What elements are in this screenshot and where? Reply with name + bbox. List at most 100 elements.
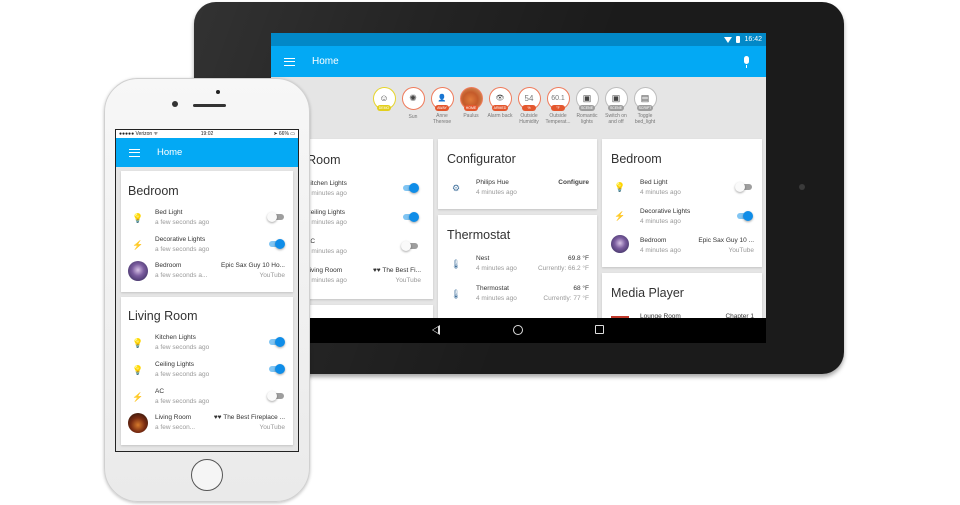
- ac-toggle[interactable]: [267, 391, 285, 401]
- phone-living-room-card: Living Room 💡 Kitchen Lights a few secon…: [121, 297, 293, 445]
- eye-icon: 👁: [495, 95, 505, 102]
- phone-bedroom-card: Bedroom 💡 Bed Light a few seconds ago ⚡ …: [121, 171, 293, 292]
- carrier: ●●●●● Verizon ᯤ: [119, 131, 159, 137]
- menu-icon[interactable]: [129, 148, 140, 157]
- person-icon: 👤: [437, 95, 447, 102]
- target-temperature: 69.8 °F: [567, 255, 589, 262]
- phone-sensor: [216, 90, 220, 94]
- decorative-lights-toggle[interactable]: [267, 239, 285, 249]
- gear-icon: ⚙: [451, 182, 461, 193]
- entity-updated: 4 minutes ago: [306, 190, 347, 197]
- entity-row: 💡 Bed Light 4 minutes ago: [602, 178, 762, 204]
- wifi-icon: [724, 36, 733, 43]
- lightbulb-icon: 💡: [132, 212, 144, 223]
- card-title: Living Room: [128, 309, 198, 323]
- back-icon[interactable]: [432, 325, 440, 335]
- kitchen-lights-toggle[interactable]: [401, 183, 419, 193]
- tablet-screen: 16:42 Home ☺ DEMO ✺ Sun 👤 AWAY Anne Ther…: [271, 33, 766, 343]
- ceiling-lights-toggle[interactable]: [401, 212, 419, 222]
- thermostat-card: Thermostat 🌡 Nest 4 minutes ago 69.8 °F …: [438, 215, 597, 325]
- tablet-camera: [799, 184, 805, 190]
- badge-label: Outside Humidity: [519, 113, 539, 125]
- thermostat-row[interactable]: 🌡 Nest 4 minutes ago 69.8 °F Currently: …: [438, 254, 597, 280]
- media-row[interactable]: Bedroom a few seconds a... Epic Sax Guy …: [121, 261, 293, 288]
- entity-name: Bedroom: [640, 237, 667, 244]
- media-row[interactable]: Living Room a few secon... ♥♥ The Best F…: [121, 413, 293, 440]
- badge-sun[interactable]: ✺ Sun: [400, 87, 426, 125]
- badge-tag: SCENE: [607, 105, 625, 111]
- entity-updated: 4 minutes ago: [476, 265, 517, 272]
- badge-switch-on-off[interactable]: ▣ SCENE Switch on and off: [603, 87, 629, 125]
- entity-updated: a few seconds ago: [155, 344, 210, 351]
- entity-name: Ceiling Lights: [155, 361, 195, 368]
- entity-updated: 4 minutes ago: [306, 219, 347, 226]
- entity-row: 💡 Bed Light a few seconds ago: [121, 208, 293, 234]
- sun-icon: ✺: [409, 93, 417, 103]
- battery-status: ➤ 66% ▭: [273, 131, 296, 137]
- badge-romantic-lights[interactable]: ▣ SCENE Romantic lights: [574, 87, 600, 125]
- media-title: Epic Sax Guy 10 Ho...: [221, 262, 285, 269]
- entity-name: Bed Light: [640, 179, 668, 186]
- entity-updated: a few seconds ago: [155, 219, 210, 226]
- menu-icon[interactable]: [284, 57, 295, 66]
- thermostat-row[interactable]: 🌡 Thermostat 4 minutes ago 68 °F Current…: [438, 284, 597, 310]
- badge-label: Paulus: [463, 113, 479, 119]
- entity-name: Kitchen Lights: [155, 334, 196, 341]
- ceiling-lights-toggle[interactable]: [267, 364, 285, 374]
- phone-camera: [172, 101, 178, 107]
- bed-light-toggle[interactable]: [735, 182, 753, 192]
- scene-icon: ▣: [582, 93, 592, 103]
- badge-label: Switch on and off: [605, 113, 627, 125]
- badge-tag: °F: [551, 105, 565, 111]
- status-time: 16:42: [744, 36, 762, 43]
- state-badges: ☺ DEMO ✺ Sun 👤 AWAY Anne Therese HOME Pa…: [371, 87, 658, 125]
- entity-name: Living Room: [155, 414, 192, 421]
- badge-tag: HOME: [463, 105, 479, 111]
- recent-apps-icon[interactable]: [595, 325, 604, 334]
- ac-toggle[interactable]: [401, 241, 419, 251]
- badge-label: Romantic lights: [576, 113, 598, 125]
- badge-tag: %: [522, 105, 536, 111]
- badge-temperature[interactable]: 60.1 °F Outside Temperat...: [545, 87, 571, 125]
- badge-humidity[interactable]: 54 % Outside Humidity: [516, 87, 542, 125]
- media-source: YouTube: [728, 247, 754, 254]
- phone-app-bar: Home: [116, 138, 298, 167]
- entity-name: Bed Light: [155, 209, 183, 216]
- badge-toggle-bed-light[interactable]: ▤ SCRIPT Toggle bed_light: [632, 87, 658, 125]
- card-title: Thermostat: [447, 228, 511, 242]
- entity-updated: 4 minutes ago: [476, 295, 517, 302]
- entity-row: ⚡ AC a few seconds ago: [121, 387, 293, 413]
- badge-paulus[interactable]: HOME Paulus: [458, 87, 484, 125]
- thermometer-icon: 🌡: [450, 258, 462, 269]
- entity-name: Kitchen Lights: [306, 180, 347, 187]
- card-title: Bedroom: [611, 152, 662, 166]
- lightbulb-icon: 💡: [132, 364, 144, 375]
- kitchen-lights-toggle[interactable]: [267, 337, 285, 347]
- badge-label: Anne Therese: [432, 113, 452, 125]
- entity-row: 💡 Ceiling Lights a few seconds ago: [121, 360, 293, 386]
- media-source: YouTube: [395, 277, 421, 284]
- microphone-icon[interactable]: [744, 56, 749, 68]
- media-row[interactable]: Bedroom 4 minutes ago Epic Sax Guy 10 ..…: [602, 235, 762, 262]
- badge-label: Outside Temperat...: [545, 113, 571, 125]
- phone-status-bar: ●●●●● Verizon ᯤ 19:02 ➤ 66% ▭: [116, 130, 298, 138]
- badge-label: Toggle bed_light: [634, 113, 656, 125]
- badge-alarm[interactable]: 👁 ARMED Alarm back: [487, 87, 513, 125]
- home-button[interactable]: [191, 459, 223, 491]
- home-icon[interactable]: [513, 325, 523, 335]
- decorative-lights-toggle[interactable]: [735, 211, 753, 221]
- configure-button[interactable]: Configure: [558, 179, 589, 186]
- bed-light-toggle[interactable]: [267, 212, 285, 222]
- badge-anne-therese[interactable]: 👤 AWAY Anne Therese: [429, 87, 455, 125]
- entity-updated: 4 minutes ago: [640, 218, 681, 225]
- tablet-status-bar: 16:42: [271, 33, 766, 46]
- entity-name: Nest: [476, 255, 490, 262]
- phone-device: ●●●●● Verizon ᯤ 19:02 ➤ 66% ▭ Home Bedro…: [104, 78, 310, 502]
- entity-updated: 4 minutes ago: [306, 277, 347, 284]
- phone-speaker: [193, 104, 226, 107]
- android-nav-bar: [271, 318, 766, 343]
- card-title: Media Player: [611, 286, 684, 300]
- badge-demo[interactable]: ☺ DEMO: [371, 87, 397, 125]
- battery-icon: [736, 36, 741, 43]
- tablet-bedroom-card: Bedroom 💡 Bed Light 4 minutes ago ⚡ Deco…: [602, 139, 762, 267]
